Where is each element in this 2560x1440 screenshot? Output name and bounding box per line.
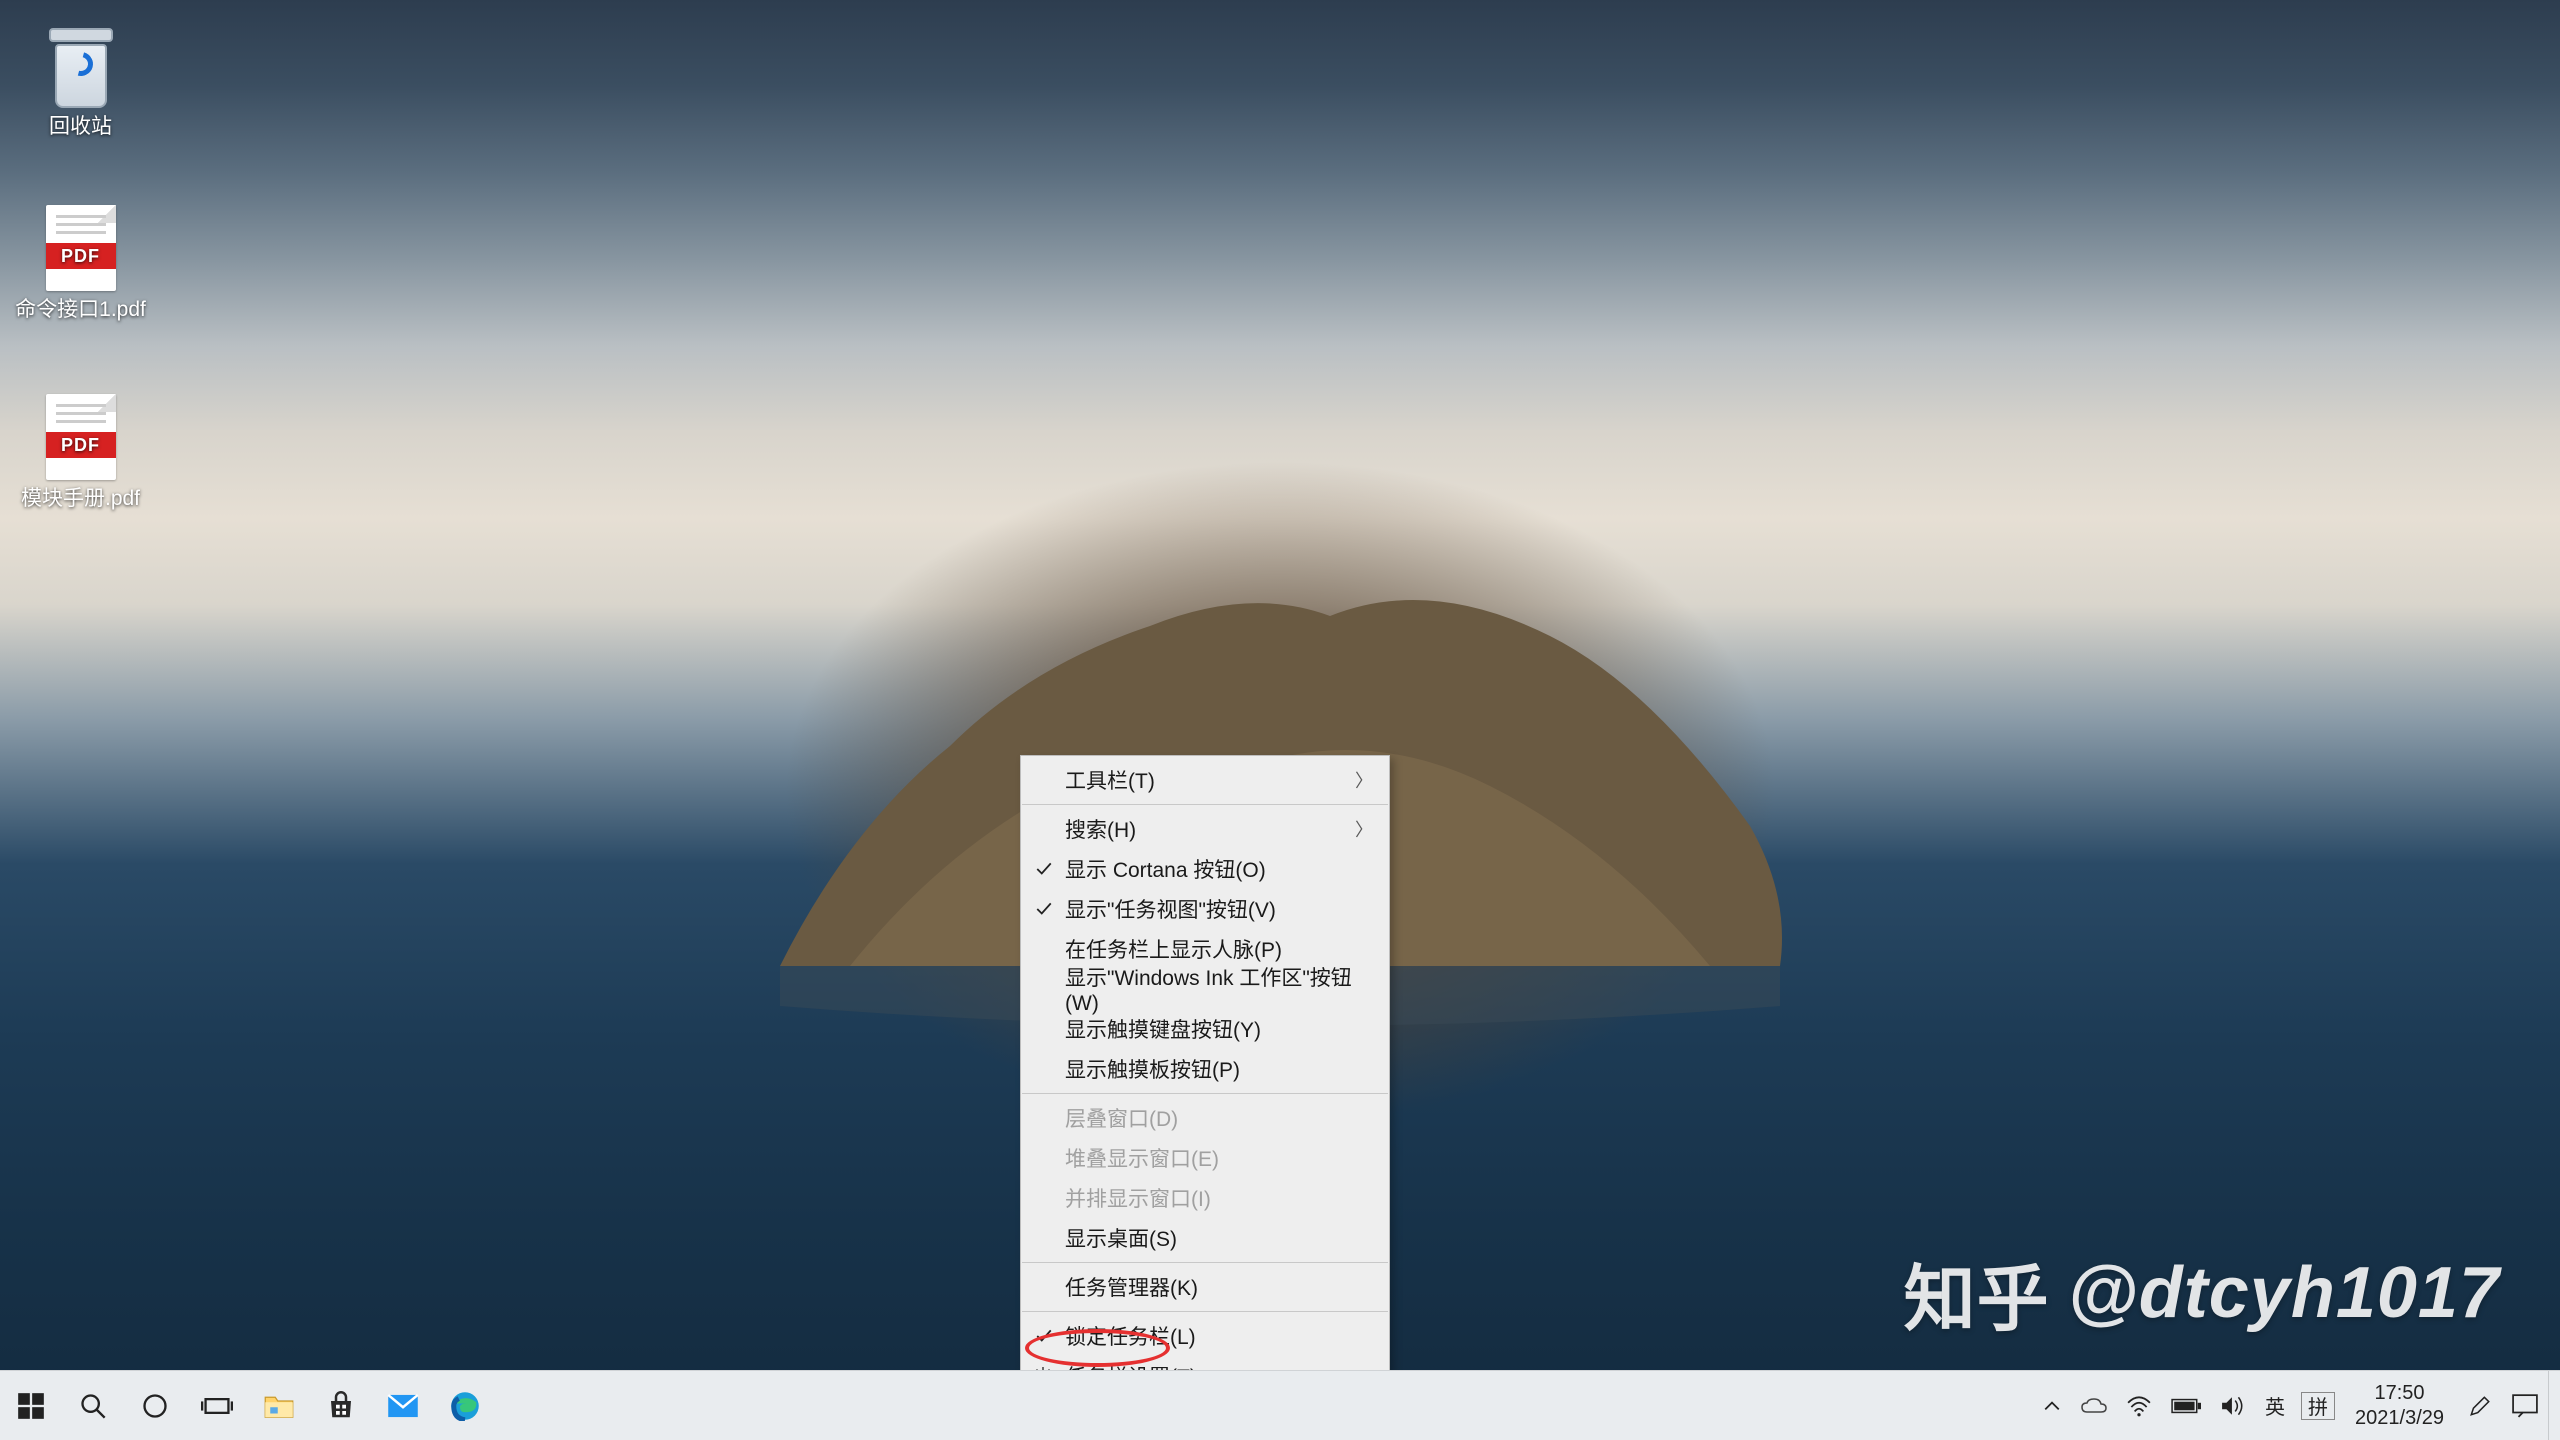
taskbar-app-file-explorer[interactable]: [248, 1371, 310, 1440]
battery-icon: [2171, 1397, 2201, 1415]
search-icon: [79, 1392, 107, 1420]
menu-item-label: 显示"Windows Ink 工作区"按钮(W): [1065, 962, 1373, 1016]
menu-item-show-cortana[interactable]: 显示 Cortana 按钮(O): [1021, 849, 1389, 889]
tray-volume[interactable]: [2211, 1371, 2255, 1440]
clock-time: 17:50: [2374, 1381, 2424, 1406]
desktop-icon-label: 回收站: [49, 114, 112, 139]
taskbar-right-section: 英 拼 17:50 2021/3/29: [2033, 1371, 2560, 1440]
tray-ime-language[interactable]: 英: [2255, 1371, 2295, 1440]
menu-item-stacked-windows[interactable]: 堆叠显示窗口(E): [1021, 1138, 1389, 1178]
edge-icon: [450, 1391, 480, 1421]
menu-item-label: 层叠窗口(D): [1065, 1103, 1178, 1133]
menu-item-label: 显示触摸板按钮(P): [1065, 1054, 1240, 1084]
pen-icon: [2468, 1394, 2492, 1418]
taskbar-app-mail[interactable]: [372, 1371, 434, 1440]
windows-logo-icon: [17, 1392, 45, 1420]
taskbar-app-edge[interactable]: [434, 1371, 496, 1440]
taskbar-context-menu: 工具栏(T) 〉 搜索(H) 〉 显示 Cortana 按钮(O) 显示"任务视…: [1020, 755, 1390, 1401]
recycle-bin-icon: [41, 18, 121, 108]
menu-separator: [1022, 1262, 1388, 1263]
menu-item-label: 任务管理器(K): [1065, 1272, 1198, 1302]
menu-item-lock-taskbar[interactable]: 锁定任务栏(L): [1021, 1316, 1389, 1356]
watermark-handle: @dtcyh1017: [2068, 1252, 2500, 1334]
menu-item-label: 锁定任务栏(L): [1065, 1321, 1196, 1351]
menu-item-show-touchpad[interactable]: 显示触摸板按钮(P): [1021, 1049, 1389, 1089]
menu-separator: [1022, 804, 1388, 805]
cortana-button[interactable]: [124, 1371, 186, 1440]
menu-item-show-touch-keyboard[interactable]: 显示触摸键盘按钮(Y): [1021, 1009, 1389, 1049]
task-view-button[interactable]: [186, 1371, 248, 1440]
desktop-icon-label: 命令接口1.pdf: [15, 297, 146, 322]
clock-date: 2021/3/29: [2355, 1406, 2444, 1431]
menu-item-task-manager[interactable]: 任务管理器(K): [1021, 1267, 1389, 1307]
check-icon: [1035, 900, 1053, 918]
menu-item-label: 显示桌面(S): [1065, 1223, 1177, 1253]
task-view-icon: [201, 1392, 233, 1420]
tray-battery[interactable]: [2161, 1371, 2211, 1440]
pdf-file-icon: PDF: [46, 394, 116, 480]
menu-item-show-taskview[interactable]: 显示"任务视图"按钮(V): [1021, 889, 1389, 929]
menu-item-label: 在任务栏上显示人脉(P): [1065, 934, 1282, 964]
chevron-up-icon: [2043, 1397, 2061, 1415]
tray-onedrive[interactable]: [2071, 1371, 2117, 1440]
desktop-icon-pdf1[interactable]: PDF 命令接口1.pdf: [13, 205, 148, 322]
watermark: 知乎 @dtcyh1017: [1904, 1240, 2500, 1345]
submenu-arrow-icon: 〉: [1355, 767, 1373, 793]
speaker-icon: [2221, 1395, 2245, 1417]
taskbar-left-section: [0, 1371, 496, 1440]
cloud-icon: [2081, 1396, 2107, 1416]
menu-item-label: 显示"任务视图"按钮(V): [1065, 894, 1276, 924]
menu-item-sidebyside-windows[interactable]: 并排显示窗口(I): [1021, 1178, 1389, 1218]
menu-item-label: 显示触摸键盘按钮(Y): [1065, 1014, 1261, 1044]
tray-ime-mode[interactable]: 拼: [2301, 1392, 2335, 1420]
desktop-icon-pdf2[interactable]: PDF 模块手册.pdf: [13, 394, 148, 511]
cortana-icon: [141, 1392, 169, 1420]
menu-separator: [1022, 1311, 1388, 1312]
tray-ink-workspace[interactable]: [2458, 1371, 2502, 1440]
zhihu-brand-text: 知乎: [1904, 1240, 2050, 1345]
pdf-file-icon: PDF: [46, 205, 116, 291]
desktop-icon-label: 模块手册.pdf: [21, 486, 140, 511]
menu-separator: [1022, 1093, 1388, 1094]
taskbar-app-store[interactable]: [310, 1371, 372, 1440]
check-icon: [1035, 860, 1053, 878]
tray-clock[interactable]: 17:50 2021/3/29: [2341, 1371, 2458, 1440]
menu-item-label: 堆叠显示窗口(E): [1065, 1143, 1219, 1173]
search-button[interactable]: [62, 1371, 124, 1440]
show-desktop-button[interactable]: [2548, 1371, 2560, 1440]
tray-show-hidden-icons[interactable]: [2033, 1371, 2071, 1440]
menu-item-cascade-windows[interactable]: 层叠窗口(D): [1021, 1098, 1389, 1138]
notification-icon: [2512, 1394, 2538, 1418]
menu-item-show-ink[interactable]: 显示"Windows Ink 工作区"按钮(W): [1021, 969, 1389, 1009]
tray-action-center[interactable]: [2502, 1371, 2548, 1440]
menu-item-label: 并排显示窗口(I): [1065, 1183, 1211, 1213]
menu-item-search[interactable]: 搜索(H) 〉: [1021, 809, 1389, 849]
menu-item-toolbars[interactable]: 工具栏(T) 〉: [1021, 760, 1389, 800]
taskbar: 英 拼 17:50 2021/3/29: [0, 1370, 2560, 1440]
tray-network[interactable]: [2117, 1371, 2161, 1440]
wifi-icon: [2127, 1395, 2151, 1417]
menu-item-show-desktop[interactable]: 显示桌面(S): [1021, 1218, 1389, 1258]
check-icon: [1035, 1327, 1053, 1345]
submenu-arrow-icon: 〉: [1355, 816, 1373, 842]
desktop-icon-recycle-bin[interactable]: 回收站: [13, 18, 148, 139]
mail-icon: [387, 1393, 419, 1419]
menu-item-label: 工具栏(T): [1065, 765, 1155, 795]
menu-item-label: 搜索(H): [1065, 814, 1136, 844]
start-button[interactable]: [0, 1371, 62, 1440]
menu-item-label: 显示 Cortana 按钮(O): [1065, 854, 1266, 884]
store-icon: [326, 1391, 356, 1421]
file-explorer-icon: [264, 1392, 294, 1420]
